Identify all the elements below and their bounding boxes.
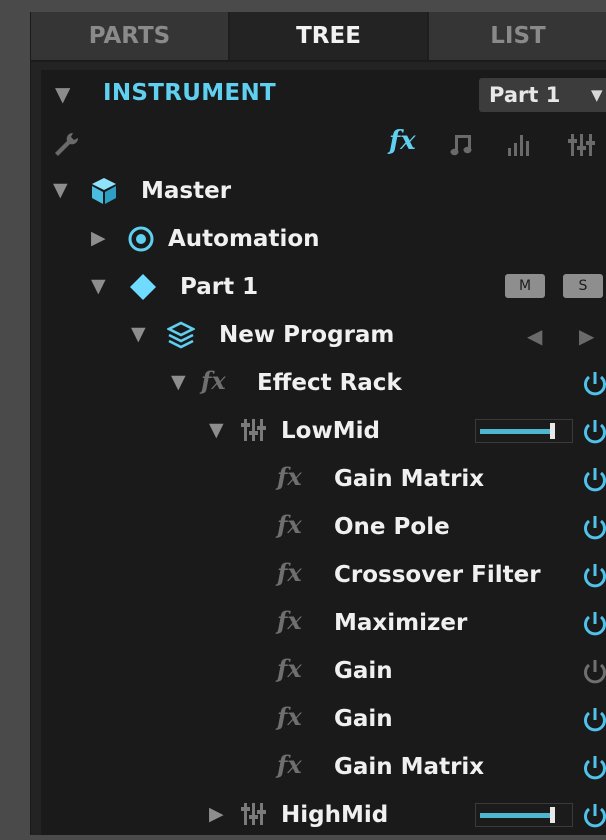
tree-row-program[interactable]: ▼ New Program ◀ ▶: [41, 312, 606, 360]
lowmid-level-slider[interactable]: [475, 419, 573, 443]
fx-icon: fx: [277, 558, 302, 587]
mixer-bus-icon: [241, 419, 266, 441]
slider-handle[interactable]: [550, 807, 555, 823]
mute-button[interactable]: M: [505, 274, 545, 298]
power-icon[interactable]: [582, 418, 606, 446]
tree-label-effect: Gain Matrix: [334, 754, 485, 780]
tree-label-effect: Maximizer: [334, 610, 468, 636]
power-icon[interactable]: [582, 658, 606, 686]
bar-meter-icon[interactable]: [505, 132, 535, 158]
expand-triangle-icon[interactable]: ▶: [91, 227, 106, 249]
tree-panel: ▼ INSTRUMENT Part 1 ▼ fx ▼ Master ▶ Auto…: [41, 70, 606, 835]
chevron-down-icon: ▼: [591, 86, 603, 104]
slider-fill: [480, 429, 552, 434]
highmid-level-slider[interactable]: [475, 803, 573, 827]
solo-button[interactable]: S: [563, 274, 603, 298]
automation-icon: [128, 226, 154, 252]
power-icon[interactable]: [582, 706, 606, 734]
next-arrow-icon[interactable]: ▶: [579, 324, 594, 348]
tree-row-lowmid[interactable]: ▼ LowMid: [41, 408, 606, 456]
collapse-triangle-icon[interactable]: ▼: [171, 371, 186, 393]
instrument-header: ▼ INSTRUMENT Part 1 ▼: [41, 70, 606, 120]
fx-icon: fx: [277, 702, 302, 731]
tree-label-program: New Program: [219, 322, 395, 348]
tree-row-master[interactable]: ▼ Master: [41, 168, 606, 216]
tab-bar: PARTS TREE LIST: [31, 12, 606, 62]
power-icon[interactable]: [582, 370, 606, 398]
tree-label-master: Master: [141, 178, 232, 204]
tab-parts[interactable]: PARTS: [31, 12, 230, 60]
collapse-triangle-icon[interactable]: ▼: [131, 323, 146, 345]
collapse-triangle-icon[interactable]: ▼: [55, 82, 70, 106]
power-icon[interactable]: [582, 466, 606, 494]
tree-label-effect: One Pole: [334, 514, 450, 540]
diamond-icon: [130, 274, 156, 300]
tree-row-effect[interactable]: fx Crossover Filter: [41, 552, 606, 600]
fx-icon: fx: [277, 750, 302, 779]
power-icon[interactable]: [582, 514, 606, 542]
power-icon[interactable]: [582, 562, 606, 590]
tree-row-effect[interactable]: fx Gain Matrix: [41, 456, 606, 504]
tree-row-effect[interactable]: fx One Pole: [41, 504, 606, 552]
fx-icon: fx: [277, 510, 302, 539]
fx-icon: fx: [277, 606, 302, 635]
fx-icon: fx: [277, 462, 302, 491]
tree-label-effect: Gain Matrix: [334, 466, 485, 492]
tree-row-effect[interactable]: fx Gain: [41, 648, 606, 696]
fx-filter-button[interactable]: fx: [389, 126, 416, 156]
tree-label-effect: Gain: [334, 706, 393, 732]
tree-label-lowmid: LowMid: [281, 418, 380, 444]
tree-label-automation: Automation: [168, 226, 320, 252]
tab-list[interactable]: LIST: [429, 12, 606, 60]
instrument-panel: PARTS TREE LIST ▼ INSTRUMENT Part 1 ▼ fx: [30, 12, 606, 835]
power-icon[interactable]: [582, 754, 606, 782]
part-selector-value: Part 1: [489, 83, 561, 107]
tab-tree[interactable]: TREE: [230, 12, 429, 60]
tree-row-effect[interactable]: fx Maximizer: [41, 600, 606, 648]
fx-icon: fx: [277, 654, 302, 683]
layers-icon: [167, 321, 195, 349]
music-note-icon[interactable]: [449, 132, 477, 158]
cube-icon: [92, 178, 116, 204]
tree-row-effect[interactable]: fx Gain: [41, 696, 606, 744]
wrench-icon[interactable]: [51, 130, 81, 160]
tree-row-effect-rack[interactable]: ▼ fx Effect Rack: [41, 360, 606, 408]
fx-icon: fx: [201, 366, 226, 395]
tree-row-part[interactable]: ▼ Part 1 M S: [41, 264, 606, 312]
tree-label-effect-rack: Effect Rack: [257, 370, 402, 396]
tree-toolbar: fx: [41, 120, 606, 168]
tree-label-highmid: HighMid: [281, 802, 389, 828]
tree-label-effect: Gain: [334, 658, 393, 684]
slider-handle[interactable]: [550, 423, 555, 439]
power-icon[interactable]: [582, 610, 606, 638]
collapse-triangle-icon[interactable]: ▼: [209, 419, 224, 441]
expand-triangle-icon[interactable]: ▶: [209, 803, 224, 825]
tree-row-automation[interactable]: ▶ Automation: [41, 216, 606, 264]
mixer-bus-icon: [241, 803, 266, 825]
collapse-triangle-icon[interactable]: ▼: [91, 275, 106, 297]
collapse-triangle-icon[interactable]: ▼: [53, 179, 68, 201]
tree-row-highmid[interactable]: ▶ HighMid: [41, 792, 606, 840]
power-icon[interactable]: [582, 802, 606, 830]
section-title: INSTRUMENT: [103, 80, 276, 106]
tree-label-part: Part 1: [180, 274, 259, 300]
tree-row-effect[interactable]: fx Gain Matrix: [41, 744, 606, 792]
part-selector-dropdown[interactable]: Part 1 ▼: [479, 78, 606, 112]
slider-fill: [480, 813, 552, 818]
previous-arrow-icon[interactable]: ◀: [527, 324, 542, 348]
mixer-bus-icon[interactable]: [567, 132, 597, 158]
tree-label-effect: Crossover Filter: [334, 562, 541, 588]
